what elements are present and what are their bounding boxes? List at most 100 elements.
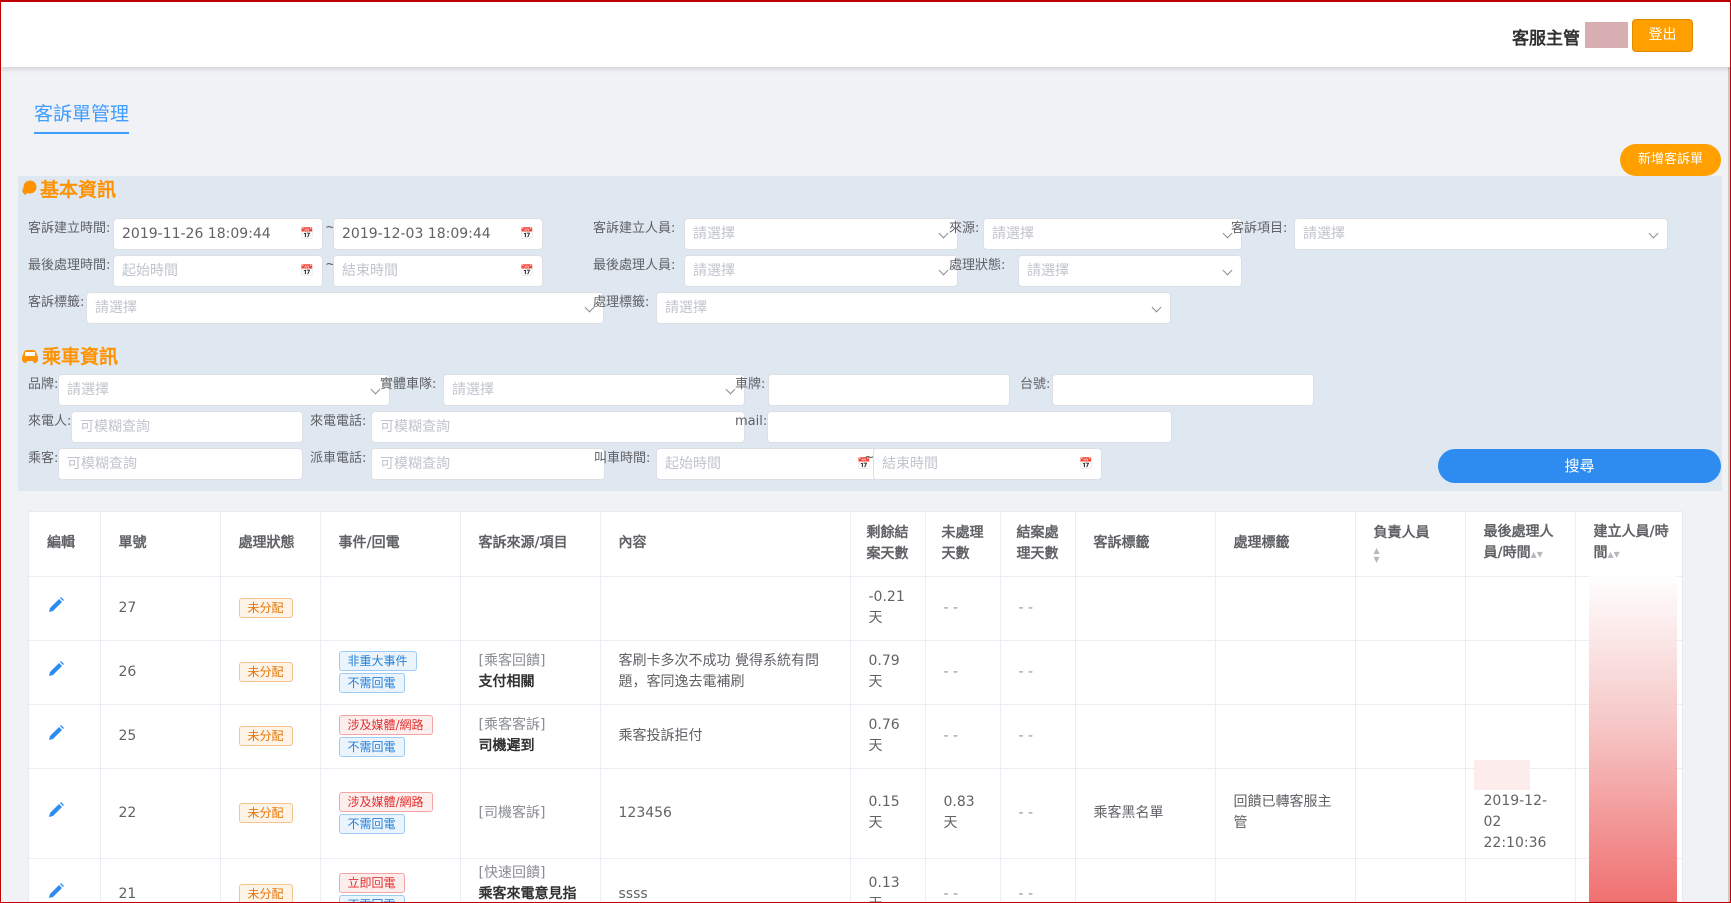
edit-cell[interactable] <box>29 640 101 705</box>
edit-icon[interactable] <box>47 596 65 614</box>
item-label: 客訴項目: <box>1231 221 1288 236</box>
status-cell: 未分配 <box>220 576 321 641</box>
table-row: 26 未分配 非重大事件 不需回電 [乘客回饋] 支付相關 客刷卡多次不成功 覺得系… <box>29 640 1682 705</box>
last-time-label: 最後處理時間: <box>28 258 111 273</box>
user-role: 客服主管 <box>1512 29 1580 49</box>
owner-cell <box>1355 858 1466 902</box>
sort-icon[interactable]: ▲▼ <box>1374 546 1455 564</box>
event-cell: 立即回電不需回電 <box>320 858 461 902</box>
calendar-icon: 📅 <box>520 227 534 240</box>
status-cell: 未分配 <box>220 768 321 859</box>
avatar <box>1585 22 1628 48</box>
call-end-input[interactable]: 結束時間 📅 <box>873 448 1102 480</box>
caller-phone-input[interactable]: 可模糊查詢 <box>371 411 745 443</box>
last-start-input[interactable]: 起始時間 📅 <box>113 255 323 287</box>
caller-input[interactable]: 可模糊查詢 <box>71 411 303 443</box>
calendar-icon: 📅 <box>520 264 534 277</box>
plate-input[interactable] <box>768 374 1010 406</box>
scrollbar[interactable] <box>1728 67 1730 903</box>
tab-underline <box>34 132 129 134</box>
call-time-label: 叫車時間: <box>594 451 651 466</box>
close-cell: - - <box>1000 704 1076 769</box>
content-cell: 乘客投訴拒付 <box>600 704 851 769</box>
col-remain: 剩餘結案天數 <box>850 512 926 577</box>
edit-icon[interactable] <box>47 724 65 742</box>
brand-select[interactable]: 請選擇 <box>58 374 390 406</box>
passenger-label: 乘客: <box>28 451 59 466</box>
caller-placeholder: 可模糊查詢 <box>80 419 150 435</box>
calendar-icon: 📅 <box>300 264 314 277</box>
owner-cell <box>1355 640 1466 705</box>
mail-input[interactable] <box>767 411 1172 443</box>
last-person-select[interactable]: 請選擇 <box>684 255 958 287</box>
col-owner[interactable]: 負責人員 ▲ ▼ <box>1355 512 1466 577</box>
chevron-down-icon <box>725 384 736 395</box>
col-creator[interactable]: 建立人員/時間▲▼ <box>1575 512 1682 577</box>
creator-select[interactable]: 請選擇 <box>684 218 958 250</box>
edit-cell[interactable] <box>29 768 101 859</box>
last-cell <box>1465 704 1576 769</box>
search-button[interactable]: 搜尋 <box>1438 449 1721 483</box>
logout-button[interactable]: 登出 <box>1632 19 1693 52</box>
handle-tag-cell <box>1215 576 1356 641</box>
last-end-input[interactable]: 結束時間 📅 <box>333 255 543 287</box>
source-label: 來源: <box>949 221 980 236</box>
handle-tag-cell <box>1215 858 1356 902</box>
fleet-select[interactable]: 請選擇 <box>443 374 745 406</box>
sort-icon[interactable]: ▲▼ <box>1531 550 1543 559</box>
edit-cell[interactable] <box>29 704 101 769</box>
item-select[interactable]: 請選擇 <box>1294 218 1668 250</box>
edit-icon[interactable] <box>47 660 65 678</box>
content-cell: ssss <box>600 858 851 902</box>
handle-tag-select[interactable]: 請選擇 <box>656 292 1171 324</box>
add-complaint-button[interactable]: 新增客訴單 <box>1620 144 1721 176</box>
complaint-tag-cell: 乘客黑名單 <box>1075 768 1216 859</box>
col-last[interactable]: 最後處理人員/時間▲▼ <box>1465 512 1576 577</box>
complaint-tag-cell <box>1075 858 1216 902</box>
source-cell: [乘客回饋] 支付相關 <box>460 640 601 705</box>
dispatch-phone-input[interactable]: 可模糊查詢 <box>371 448 605 480</box>
handle-tag-cell: 回饋已轉客服主管 <box>1215 768 1356 859</box>
id-cell: 21 <box>100 858 221 902</box>
dispatch-phone-label: 派車電話: <box>310 451 367 466</box>
close-cell: - - <box>1000 768 1076 859</box>
pending-cell: - - <box>925 640 1001 705</box>
complaint-tag-cell <box>1075 640 1216 705</box>
source-cell: [快速回饋] 乘客來電意見指教 <box>460 858 601 902</box>
col-handle-tag: 處理標籤 <box>1215 512 1356 577</box>
event-cell <box>320 576 461 641</box>
table-row: 25 未分配 涉及媒體/網路 不需回電 [乘客客訴] 司機遲到 乘客投訴拒付 0.7… <box>29 704 1682 769</box>
edit-cell[interactable] <box>29 858 101 902</box>
source-select[interactable]: 請選擇 <box>983 218 1242 250</box>
page-title-tab[interactable]: 客訴單管理 <box>34 99 129 126</box>
status-select[interactable]: 請選擇 <box>1018 255 1242 287</box>
edit-cell[interactable] <box>29 576 101 641</box>
owner-cell <box>1355 704 1466 769</box>
edit-icon[interactable] <box>47 882 65 900</box>
complaint-tag-label: 客訴標籤: <box>28 295 85 310</box>
filter-panel: 基本資訊 客訴建立時間: 2019-11-26 18:09:44 📅 ~ 2019… <box>18 176 1722 491</box>
created-start-input[interactable]: 2019-11-26 18:09:44 📅 <box>113 218 323 250</box>
source-cell <box>460 576 601 641</box>
taxi-no-input[interactable] <box>1052 374 1314 406</box>
caller-label: 來電人: <box>28 414 72 429</box>
basic-info-heading: 基本資訊 <box>20 175 116 202</box>
calendar-icon: 📅 <box>300 227 314 240</box>
last-person-placeholder: 請選擇 <box>693 263 735 279</box>
created-end-input[interactable]: 2019-12-03 18:09:44 📅 <box>333 218 543 250</box>
call-start-input[interactable]: 起始時間 📅 <box>656 448 880 480</box>
last-end-placeholder: 結束時間 <box>342 263 398 279</box>
passenger-input[interactable]: 可模糊查詢 <box>58 448 303 480</box>
table-row: 22 未分配 涉及媒體/網路 不需回電 [司機客訴] 123456 0.15 天 … <box>29 768 1682 859</box>
edit-icon[interactable] <box>47 801 65 819</box>
table-row: 27 未分配 -0.21 天 - - - - <box>29 576 1682 641</box>
mail-label: mail: <box>735 414 768 429</box>
fleet-placeholder: 請選擇 <box>452 382 494 398</box>
close-cell: - - <box>1000 858 1076 902</box>
sort-icon[interactable]: ▲▼ <box>1608 550 1620 559</box>
complaint-table: 編輯 單號 處理狀態 事件/回電 客訴來源/項目 內容 剩餘結案天數 未處理天數… <box>28 511 1683 903</box>
item-text: 乘客來電意見指教 <box>478 885 577 902</box>
complaint-tag-select[interactable]: 請選擇 <box>86 292 604 324</box>
creator-placeholder: 請選擇 <box>693 226 735 242</box>
col-last-label: 最後處理人員/時間 <box>1483 524 1554 562</box>
